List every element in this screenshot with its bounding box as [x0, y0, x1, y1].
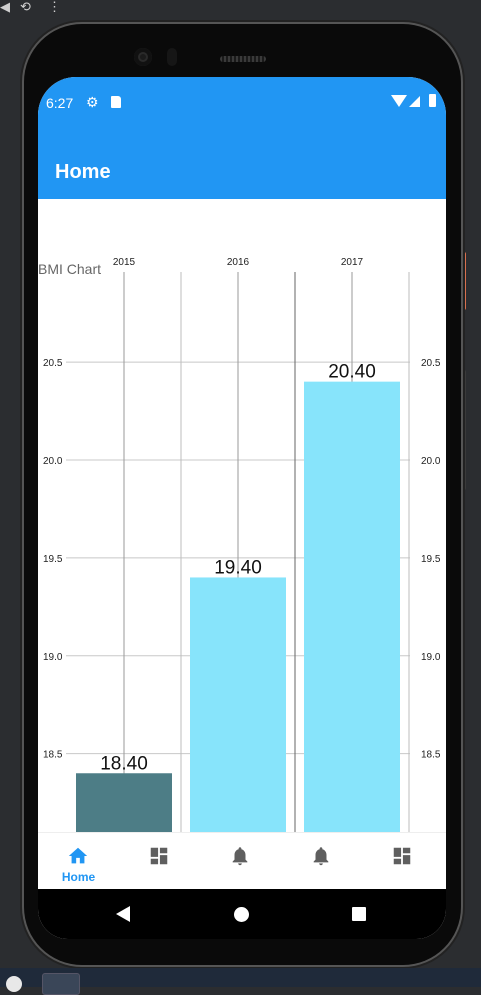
- device-screen: 6:27 ⚙ Home BMI Chart 18.5 18.5 19.0 19.0 19…: [38, 77, 446, 939]
- home-icon: [68, 847, 88, 864]
- bmi-chart: BMI Chart 18.5 18.5 19.0 19.0 19.5 19.5 20.0 20…: [38, 199, 446, 832]
- more-icon[interactable]: ⋮: [48, 0, 61, 14]
- data-label: 20.40: [328, 362, 376, 383]
- y-tick-label-right: 18.5: [421, 750, 441, 761]
- signal-icon: [409, 96, 420, 107]
- bottom-navigation: Home: [38, 832, 446, 890]
- status-bar: 6:27 ⚙: [38, 77, 446, 129]
- bell-icon: [232, 847, 248, 866]
- dashboard-icon: [150, 847, 168, 865]
- y-tick-label-right: 20.0: [421, 456, 441, 467]
- y-tick-label-left: 20.5: [43, 358, 63, 369]
- y-tick-label-right: 19.5: [421, 554, 441, 565]
- nav-item-notifications[interactable]: [200, 833, 281, 890]
- nav-item-notifications-2[interactable]: [281, 833, 362, 890]
- y-tick-label-left: 19.0: [43, 652, 63, 663]
- y-tick-label-left: 19.5: [43, 554, 63, 565]
- page-title: Home: [55, 161, 111, 183]
- earpiece-speaker: [220, 56, 266, 62]
- taskbar-app-icon[interactable]: [6, 976, 22, 992]
- nav-item-label: Home: [61, 870, 96, 884]
- x-tick-label: 2016: [227, 257, 250, 268]
- chart-canvas: 18.5 18.5 19.0 19.0 19.5 19.5 20.0 20.0 20.5 20.5…: [43, 257, 441, 832]
- wifi-icon: [391, 95, 407, 107]
- bar-2017: [304, 381, 400, 832]
- bar-2015: [76, 773, 172, 832]
- system-navigation-bar: [38, 889, 446, 939]
- y-tick-label-right: 19.0: [421, 652, 441, 663]
- nav-item-home[interactable]: Home: [38, 833, 119, 890]
- gear-icon: ⚙: [86, 94, 99, 110]
- recents-button[interactable]: [352, 907, 366, 921]
- front-camera: [134, 48, 152, 66]
- battery-icon: [429, 94, 436, 107]
- sd-card-icon: [111, 96, 121, 108]
- bell-icon: [313, 847, 329, 866]
- home-button[interactable]: [234, 907, 249, 922]
- nav-item-dashboard-2[interactable]: [362, 833, 443, 890]
- proximity-sensor: [167, 48, 177, 66]
- dashboard-icon: [393, 847, 411, 865]
- x-tick-label: 2017: [341, 257, 364, 268]
- nav-item-dashboard[interactable]: [119, 833, 200, 890]
- data-label: 19.40: [214, 557, 262, 578]
- back-button[interactable]: [116, 906, 130, 922]
- data-label: 18.40: [100, 753, 148, 774]
- y-tick-label-left: 18.5: [43, 750, 63, 761]
- rotate-icon[interactable]: ⟲: [20, 0, 31, 14]
- taskbar: [0, 968, 481, 995]
- y-tick-label-right: 20.5: [421, 358, 441, 369]
- camera-icon[interactable]: ◀: [0, 0, 10, 14]
- taskbar-app-icon-2[interactable]: [42, 973, 80, 995]
- x-tick-label: 2015: [113, 257, 136, 268]
- status-time: 6:27: [46, 95, 74, 111]
- side-rail: [462, 370, 466, 490]
- emulator-toolbar: ◀ ⟲ ⋮: [0, 0, 481, 16]
- app-bar: 6:27 ⚙ Home: [38, 77, 446, 199]
- bar-2016: [190, 577, 286, 832]
- volume-button[interactable]: [462, 252, 466, 310]
- y-tick-label-left: 20.0: [43, 456, 63, 467]
